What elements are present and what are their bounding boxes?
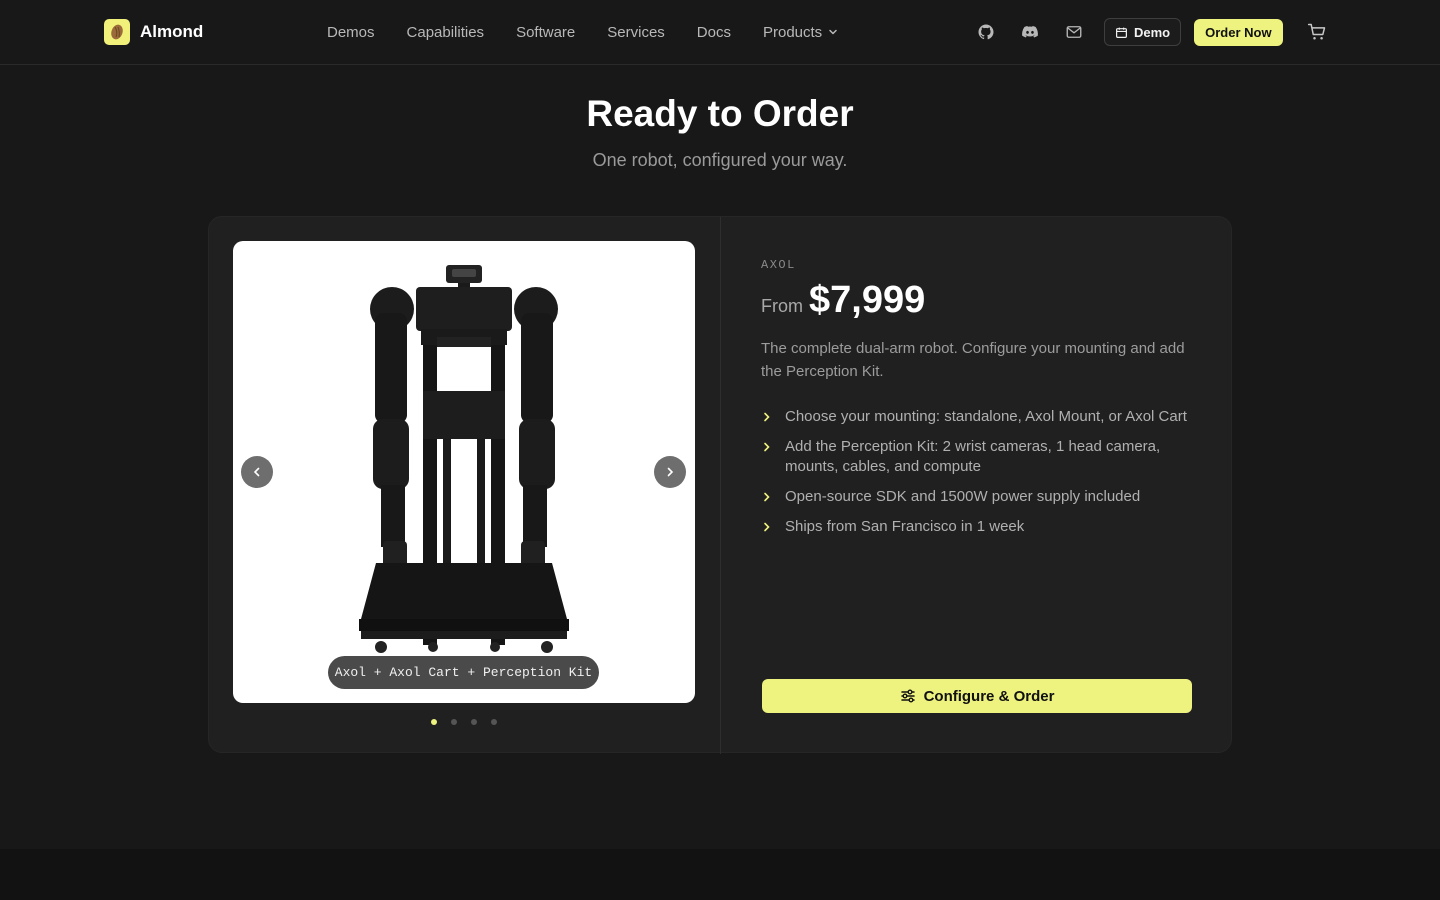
nav-link-software[interactable]: Software (500, 24, 591, 41)
cart-icon[interactable] (1303, 18, 1331, 46)
product-image-gallery: Axol + Axol Cart + Perception Kit (233, 241, 695, 703)
github-icon[interactable] (972, 18, 1000, 46)
image-caption: Axol + Axol Cart + Perception Kit (328, 656, 599, 689)
feature-text: Choose your mounting: standalone, Axol M… (785, 408, 1187, 425)
product-card: Axol + Axol Cart + Perception Kit AXOL F… (208, 216, 1232, 754)
page-subtitle: One robot, configured your way. (592, 150, 848, 170)
chevron-down-icon (829, 29, 837, 35)
gallery-next-button[interactable] (654, 456, 686, 488)
feature-text: Ships from San Francisco in 1 week (785, 518, 1025, 535)
nav-link-products[interactable]: Products (747, 24, 855, 41)
gallery-dot-2[interactable] (451, 719, 457, 725)
product-description: The complete dual-arm robot. Configure y… (761, 340, 1185, 380)
brand-name: Almond (140, 22, 204, 41)
nav-link-demos[interactable]: Demos (311, 24, 391, 41)
card-divider (720, 217, 721, 754)
configure-order-button[interactable]: Configure & Order (762, 679, 1192, 713)
nav-link-capabilities[interactable]: Capabilities (391, 24, 501, 41)
feature-item: Ships from San Francisco in 1 week (761, 517, 1193, 537)
footer-band (0, 849, 1440, 900)
feature-list: Choose your mounting: standalone, Axol M… (761, 407, 1193, 547)
chevron-right-icon (764, 522, 770, 532)
almond-logo-icon (104, 19, 130, 45)
gallery-dot-3[interactable] (471, 719, 477, 725)
price-prefix: From (761, 296, 803, 316)
brand-logo[interactable]: Almond (104, 19, 203, 45)
page-title: Ready to Order (586, 93, 854, 134)
top-nav: Almond Demos Capabilities Software Servi… (0, 0, 1440, 65)
demo-button[interactable]: Demo (1104, 18, 1182, 46)
feature-item: Open-source SDK and 1500W power supply i… (761, 487, 1193, 507)
nav-link-products-label: Products (762, 23, 823, 41)
nav-link-services[interactable]: Services (591, 24, 681, 41)
main-nav-links: Demos Capabilities Software Services Doc… (311, 0, 855, 64)
discord-icon[interactable] (1016, 18, 1044, 46)
calendar-icon (1116, 27, 1127, 38)
feature-item: Choose your mounting: standalone, Axol M… (761, 407, 1193, 427)
chevron-right-icon (667, 467, 674, 477)
chevron-left-icon (253, 467, 260, 477)
configure-order-label: Configure & Order (923, 687, 1055, 705)
feature-text: Open-source SDK and 1500W power supply i… (785, 488, 1141, 505)
chevron-right-icon (764, 492, 770, 502)
order-now-button[interactable]: Order Now (1194, 18, 1283, 46)
sliders-icon (900, 689, 915, 703)
robot-product-image (359, 265, 569, 653)
mail-icon[interactable] (1060, 18, 1088, 46)
price-row: From $7,999 (761, 279, 925, 322)
chevron-right-icon (764, 412, 770, 422)
nav-actions: Demo Order Now (972, 0, 1331, 64)
gallery-dot-1[interactable] (431, 719, 437, 725)
gallery-prev-button[interactable] (241, 456, 273, 488)
nav-link-docs[interactable]: Docs (681, 24, 747, 41)
price-value: $7,999 (809, 279, 926, 321)
feature-text: Add the Perception Kit: 2 wrist cameras,… (785, 438, 1161, 475)
feature-item: Add the Perception Kit: 2 wrist cameras,… (761, 437, 1193, 477)
gallery-dot-4[interactable] (491, 719, 497, 725)
chevron-right-icon (764, 442, 770, 452)
demo-button-label: Demo (1134, 24, 1171, 40)
product-name: AXOL (761, 258, 796, 272)
gallery-pagination (431, 719, 497, 725)
